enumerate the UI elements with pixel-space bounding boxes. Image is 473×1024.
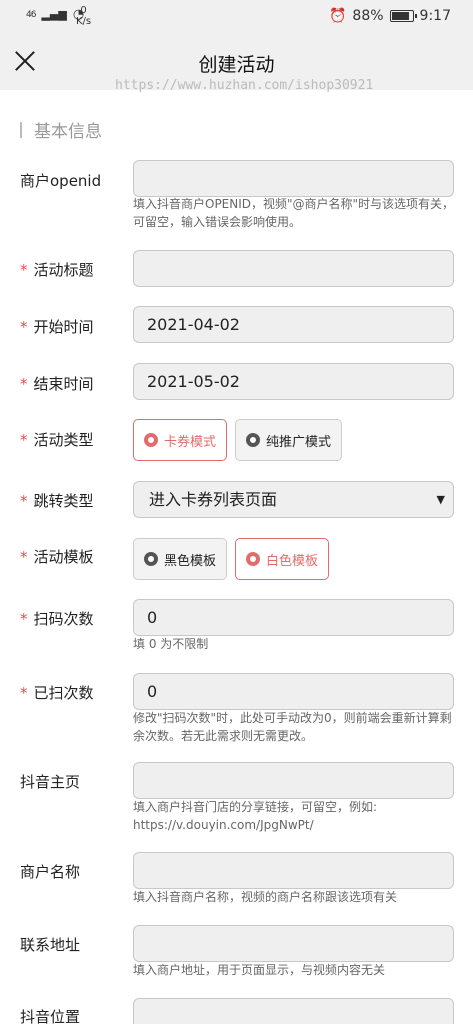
section-bar	[20, 121, 22, 138]
merchant-openid-hint: 填入抖音商户OPENID，视频"@商户名称"时与该选项有关，可留空，输入错误会影…	[133, 197, 455, 229]
section-header: 基本信息	[20, 117, 102, 142]
contact-address-hint: 填入商户地址，用于页面显示，与视频内容无关	[133, 963, 386, 977]
caret-down-icon: ▼	[436, 493, 445, 506]
activity-template-label: * 活动模板	[20, 546, 94, 567]
required-mark: *	[20, 492, 28, 510]
scan-count-label: * 扫码次数	[20, 608, 94, 629]
required-mark: *	[20, 548, 28, 566]
battery-icon	[389, 10, 417, 22]
scan-count-hint: 填 0 为不限制	[133, 637, 209, 651]
scanned-count-label: * 已扫次数	[20, 682, 94, 703]
merchant-name-hint: 填入抖音商户名称，视频的商户名称跟该选项有关	[133, 890, 398, 904]
douyin-home-label-text: 抖音主页	[20, 773, 81, 791]
radio-black-template[interactable]: 黑色模板	[133, 538, 228, 580]
required-mark: *	[20, 431, 28, 449]
activity-template-label-text: 活动模板	[33, 548, 94, 566]
watermark-text: https://www.huzhan.com/ishop30921	[115, 78, 374, 93]
section-title: 基本信息	[34, 122, 102, 142]
required-mark: *	[20, 375, 28, 393]
network-speed-unit: K/s	[76, 16, 92, 27]
required-mark: *	[20, 610, 28, 628]
battery-percent: 88%	[352, 8, 384, 24]
douyin-home-input[interactable]	[133, 762, 454, 799]
merchant-name-label: 商户名称	[20, 861, 80, 882]
scan-count-label-text: 扫码次数	[33, 610, 94, 628]
douyin-home-hint: 填入商户抖音门店的分享链接，可留空，例如: https://v.douyin.c…	[133, 800, 378, 832]
jump-type-select[interactable]: 进入卡券列表页面 ▼	[133, 481, 454, 518]
scanned-count-input[interactable]: 0	[133, 673, 454, 710]
radio-card-mode-label: 卡券模式	[164, 434, 217, 450]
radio-black-template-label: 黑色模板	[164, 553, 217, 569]
radio-promo-mode[interactable]: 纯推广模式	[235, 419, 343, 461]
jump-type-selected-value: 进入卡券列表页面	[149, 490, 278, 509]
status-bar: 46 ▂▄▆ ◔ 0 K/s ⏰ 88% 9:17	[0, 0, 473, 34]
required-mark: *	[20, 261, 28, 279]
radio-promo-mode-label: 纯推广模式	[266, 434, 332, 450]
battery-level	[391, 12, 410, 20]
douyin-home-label: 抖音主页	[20, 771, 80, 792]
merchant-openid-label-text: 商户openid	[20, 172, 102, 190]
activity-type-label: * 活动类型	[20, 429, 94, 450]
required-mark: *	[20, 684, 28, 702]
radio-selected-icon	[246, 552, 260, 566]
activity-title-label-text: 活动标题	[33, 261, 94, 279]
contact-address-input[interactable]	[133, 925, 454, 962]
radio-unselected-icon	[246, 433, 260, 447]
merchant-openid-label: 商户openid	[20, 170, 101, 191]
end-time-label-text: 结束时间	[33, 375, 94, 393]
alarm-icon: ⏰	[328, 8, 347, 24]
network-speed-value: 0	[80, 5, 87, 16]
contact-address-label: 联系地址	[20, 934, 80, 955]
radio-selected-icon	[144, 433, 158, 447]
start-time-label: * 开始时间	[20, 316, 94, 337]
signal-icon: 46	[26, 9, 37, 20]
nav-bar: 创建活动 https://www.huzhan.com/ishop30921	[0, 34, 473, 93]
activity-title-label: * 活动标题	[20, 259, 94, 280]
jump-type-label-text: 跳转类型	[33, 492, 94, 510]
merchant-name-input[interactable]	[133, 852, 454, 889]
douyin-location-input[interactable]	[133, 998, 454, 1024]
scanned-count-hint: 修改"扫码次数"时，此处可手动改为0，则前端会重新计算剩余次数。若无此需求则无需…	[133, 711, 452, 743]
end-time-input[interactable]: 2021-05-02	[133, 363, 454, 400]
signal-bars-icon: ▂▄▆	[41, 8, 67, 21]
network-speed: 0 K/s	[76, 5, 91, 27]
start-time-input[interactable]: 2021-04-02	[133, 306, 454, 343]
radio-unselected-icon	[144, 552, 158, 566]
clock: 9:17	[419, 8, 451, 24]
status-right: ⏰ 88% 9:17	[329, 8, 451, 24]
scan-count-input[interactable]: 0	[133, 599, 454, 636]
merchant-openid-input[interactable]	[133, 160, 454, 197]
required-mark: *	[20, 318, 28, 336]
activity-title-input[interactable]	[133, 250, 454, 287]
activity-type-label-text: 活动类型	[33, 431, 94, 449]
douyin-location-label: 抖音位置	[20, 1006, 80, 1024]
scanned-count-label-text: 已扫次数	[33, 684, 94, 702]
radio-card-mode[interactable]: 卡券模式	[133, 419, 228, 461]
douyin-location-label-text: 抖音位置	[20, 1008, 81, 1024]
radio-white-template[interactable]: 白色模板	[235, 538, 330, 580]
end-time-label: * 结束时间	[20, 373, 94, 394]
contact-address-label-text: 联系地址	[20, 936, 81, 954]
page-title: 创建活动	[198, 54, 275, 76]
merchant-name-label-text: 商户名称	[20, 863, 81, 881]
radio-white-template-label: 白色模板	[266, 553, 319, 569]
start-time-label-text: 开始时间	[33, 318, 94, 336]
jump-type-label: * 跳转类型	[20, 490, 94, 511]
